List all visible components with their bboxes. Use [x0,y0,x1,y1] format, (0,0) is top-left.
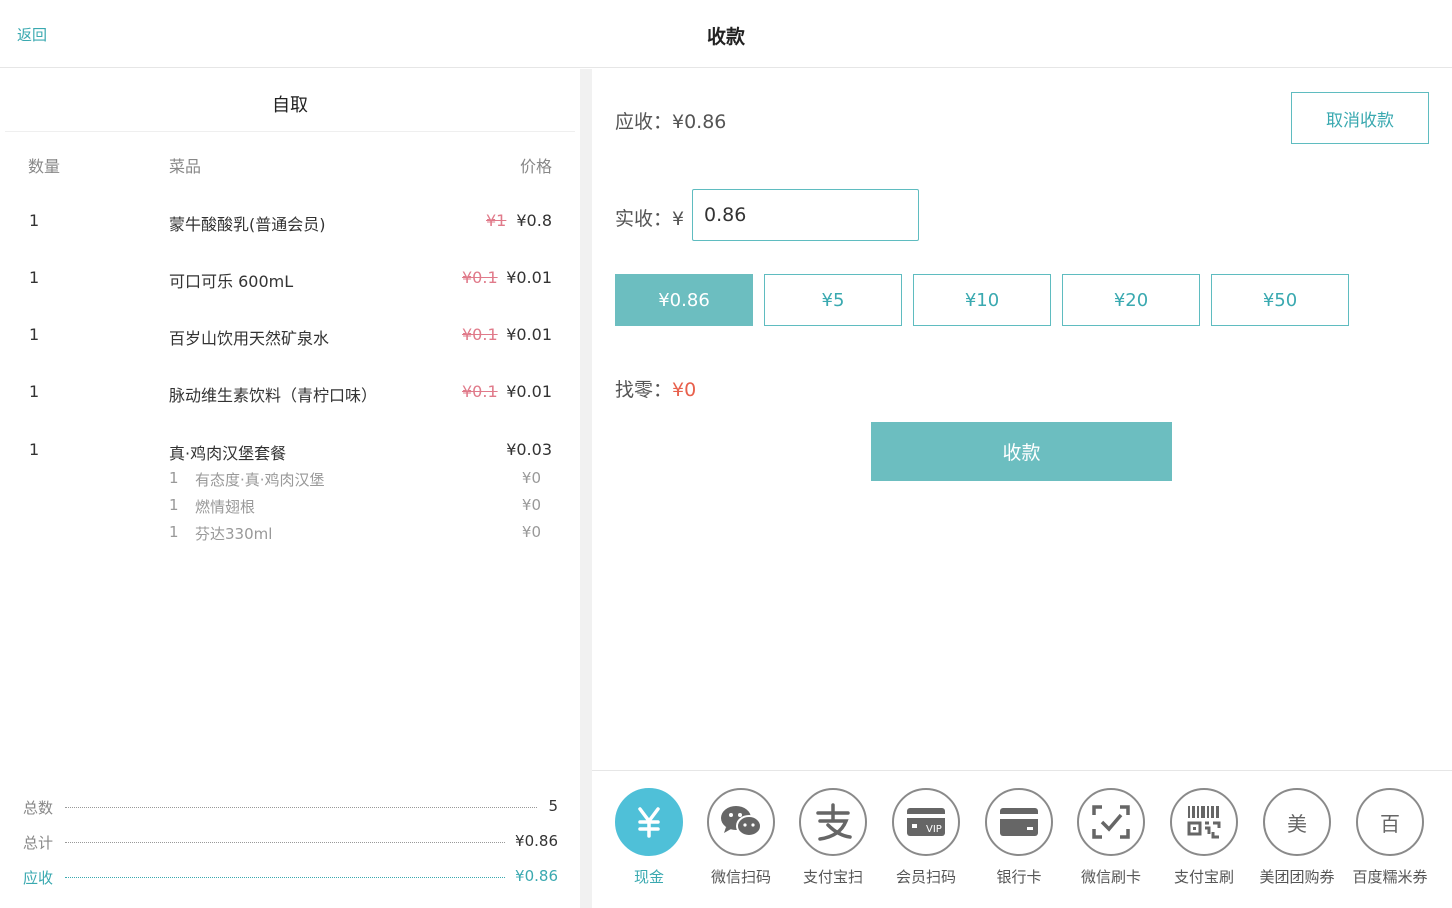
sub-item-qty: 1 [169,523,179,541]
payment-method-alipay-scan[interactable]: 支付宝扫 [787,788,879,898]
panel-divider [580,69,592,908]
payment-method-nuomi-voucher[interactable]: 百 百度糯米券 [1344,788,1436,898]
change-value: ¥0 [672,379,697,401]
item-original-price: ¥0.1 [462,325,498,344]
item-qty: 1 [29,440,40,459]
scan-check-icon [1077,788,1145,856]
payment-method-label: 百度糯米券 [1352,868,1428,886]
dotted-leader [65,807,537,808]
baidu-nuomi-icon: 百 [1356,788,1424,856]
payment-methods-bar: 现金 微信扫码 支付宝扫 VIP 会员扫码 银行卡 微信刷卡 支付宝刷 美 美团… [592,770,1452,908]
payment-panel: 应收：¥0.86 取消收款 实收：¥ ¥0.86 ¥5 ¥10 ¥20 ¥50 … [592,69,1452,908]
sub-item-qty: 1 [169,496,179,514]
payment-method-wechat-swipe[interactable]: 微信刷卡 [1065,788,1157,898]
dotted-leader [65,842,505,843]
item-price: ¥0.8 [516,211,552,230]
item-qty: 1 [29,325,40,344]
cancel-payment-button[interactable]: 取消收款 [1291,92,1429,144]
amount-paid-input[interactable] [692,189,919,241]
sub-item-price: ¥0 [521,523,541,541]
item-qty: 1 [29,268,40,287]
payment-method-wechat-scan[interactable]: 微信扫码 [695,788,787,898]
payment-method-alipay-swipe[interactable]: 支付宝刷 [1158,788,1250,898]
payment-method-member-scan[interactable]: VIP 会员扫码 [880,788,972,898]
summary-total-amount: 总计 ¥0.86 [23,832,558,852]
svg-text:VIP: VIP [926,824,942,835]
sub-item-price: ¥0 [521,496,541,514]
sub-item-price: ¥0 [521,469,541,487]
quick-amount-button[interactable]: ¥50 [1211,274,1349,326]
bank-card-icon [985,788,1053,856]
change-label: 找零： [615,379,673,401]
summary-value: 5 [548,797,558,815]
item-name: 百岁山饮用天然矿泉水 [169,329,330,348]
item-original-price: ¥0.1 [462,268,498,287]
item-price: ¥0.01 [506,268,552,287]
summary-label: 总计 [23,834,54,852]
barcode-icon [1170,788,1238,856]
amount-due-label: 应收：¥0.86 [615,111,727,133]
change-display: 找零：¥0 [615,375,696,402]
item-price: ¥0.01 [506,382,552,401]
payment-method-meituan-voucher[interactable]: 美 美团团购券 [1251,788,1343,898]
item-qty: 1 [29,211,40,230]
summary-total-count: 总数 5 [23,797,558,817]
sub-item-qty: 1 [169,469,179,487]
amount-paid-label: 实收：¥ [615,208,685,230]
summary-label: 应收 [23,869,54,887]
item-name: 蒙牛酸酸乳(普通会员) [169,215,326,234]
column-header-item: 菜品 [169,157,202,176]
sub-item-name: 燃情翅根 [195,498,256,516]
sub-item-name: 芬达330ml [195,525,273,543]
order-panel: 自取 数量 菜品 价格 1 蒙牛酸酸乳(普通会员) ¥1 ¥0.8 1 可口可乐… [0,69,580,908]
summary-value: ¥0.86 [515,832,558,850]
item-name: 脉动维生素饮料（青柠口味） [169,386,378,405]
column-header-qty: 数量 [28,157,61,176]
quick-amount-button[interactable]: ¥10 [913,274,1051,326]
wechat-icon [707,788,775,856]
item-original-price: ¥1 [486,211,507,230]
quick-amount-button[interactable]: ¥20 [1062,274,1200,326]
summary-amount-due: 应收 ¥0.86 [23,867,558,887]
item-name: 可口可乐 600mL [169,272,294,291]
meituan-icon: 美 [1263,788,1331,856]
quick-amount-button[interactable]: ¥5 [764,274,902,326]
item-price: ¥0.03 [506,440,552,459]
yuan-icon [615,788,683,856]
vip-card-icon: VIP [892,788,960,856]
top-bar: 返回 收款 [0,0,1452,68]
payment-method-bank-card[interactable]: 银行卡 [973,788,1065,898]
order-type-title: 自取 [272,95,308,116]
quick-amount-button[interactable]: ¥0.86 [615,274,753,326]
collect-payment-button[interactable]: 收款 [871,422,1172,481]
sub-item-name: 有态度·真·鸡肉汉堡 [195,471,325,489]
summary-label: 总数 [23,799,54,817]
item-price: ¥0.01 [506,325,552,344]
page-title: 收款 [706,26,745,48]
column-header-price: 价格 [519,157,552,176]
item-qty: 1 [29,382,40,401]
divider [5,131,575,132]
alipay-icon [799,788,867,856]
item-original-price: ¥0.1 [462,382,498,401]
payment-method-cash[interactable]: 现金 [603,788,695,898]
summary-value: ¥0.86 [515,867,558,885]
item-name: 真·鸡肉汉堡套餐 [169,444,287,463]
dotted-leader [65,877,505,878]
